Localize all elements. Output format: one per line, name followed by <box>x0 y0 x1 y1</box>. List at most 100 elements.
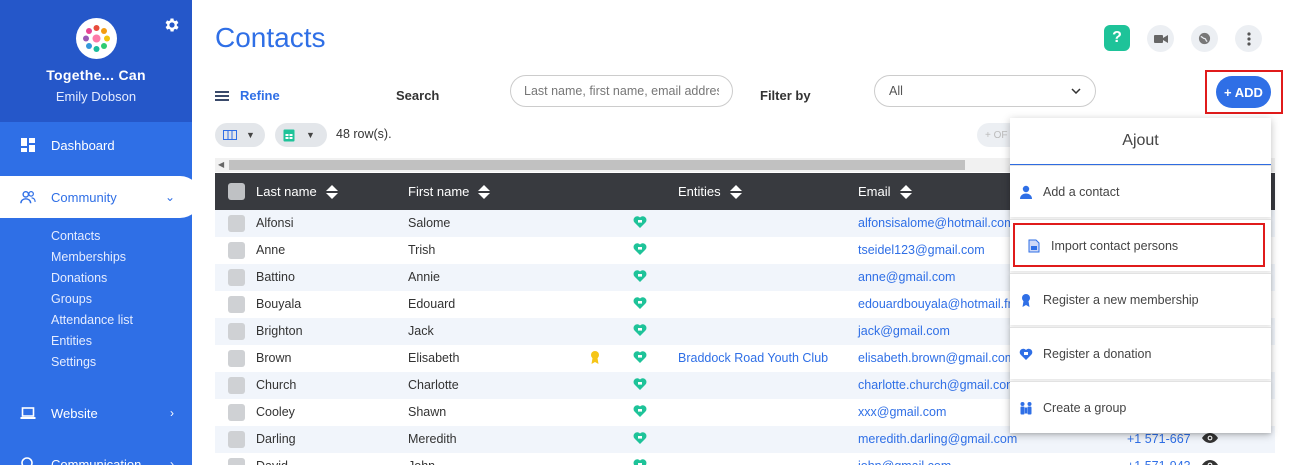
row-checkbox[interactable] <box>228 242 245 259</box>
language-button[interactable] <box>1191 25 1218 52</box>
column-header-last-name[interactable]: Last name <box>256 184 338 199</box>
filter-select[interactable]: All <box>874 75 1096 107</box>
cell-email[interactable]: jack@gmail.com <box>858 324 950 338</box>
search-input[interactable] <box>510 75 733 107</box>
cell-email[interactable]: john@gmail.com <box>858 459 951 465</box>
column-header-entities[interactable]: Entities <box>678 184 742 199</box>
community-icon <box>20 190 36 204</box>
column-header-email[interactable]: Email <box>858 184 912 199</box>
cell-first-name: John <box>408 459 435 465</box>
donation-heart-icon <box>633 324 647 336</box>
columns-toggle[interactable]: ▼ <box>215 123 265 147</box>
scrollbar-thumb[interactable] <box>229 160 965 170</box>
sidebar: Togethe... Can Emily Dobson Dashboard Co… <box>0 0 201 465</box>
menu-item-create-group[interactable]: Create a group <box>1010 381 1271 433</box>
sidebar-item-website[interactable]: Website › <box>0 392 192 434</box>
view-eye-icon[interactable] <box>1202 460 1218 465</box>
add-dropdown-menu: Ajout Add a contact Import contact perso… <box>1010 118 1271 433</box>
cell-email[interactable]: xxx@gmail.com <box>858 405 946 419</box>
sidebar-subitem-memberships[interactable]: Memberships <box>51 250 126 264</box>
spreadsheet-icon <box>283 129 295 141</box>
sidebar-item-dashboard[interactable]: Dashboard <box>0 124 192 166</box>
column-label: Entities <box>678 184 721 199</box>
donation-heart-icon <box>633 351 647 363</box>
sidebar-subitem-entities[interactable]: Entities <box>51 334 92 348</box>
row-checkbox[interactable] <box>228 458 245 465</box>
cell-last-name: Darling <box>256 432 296 446</box>
sidebar-subitem-attendance-list[interactable]: Attendance list <box>51 313 133 327</box>
membership-medal-icon <box>591 351 599 364</box>
sidebar-subitem-settings[interactable]: Settings <box>51 355 96 369</box>
row-checkbox[interactable] <box>228 404 245 421</box>
search-icon <box>21 457 33 465</box>
row-checkbox[interactable] <box>228 377 245 394</box>
video-button[interactable] <box>1147 25 1174 52</box>
cell-email[interactable]: edouardbouyala@hotmail.fr <box>858 297 1012 311</box>
table-row[interactable]: David John john@gmail.com +1 571-943 <box>215 453 1275 465</box>
view-eye-icon[interactable] <box>1202 433 1218 443</box>
sidebar-item-community[interactable]: Community ⌄ <box>0 176 201 218</box>
sidebar-subitem-donations[interactable]: Donations <box>51 271 107 285</box>
menu-icon <box>215 89 229 103</box>
column-label: Email <box>858 184 891 199</box>
cell-phone[interactable]: +1 571-943 <box>1127 459 1191 465</box>
cell-email[interactable]: anne@gmail.com <box>858 270 955 284</box>
more-vertical-icon <box>1246 31 1251 46</box>
person-icon <box>1020 185 1032 199</box>
sort-icon <box>729 184 742 199</box>
menu-item-label: Register a new membership <box>1043 292 1199 307</box>
menu-item-add-contact[interactable]: Add a contact <box>1010 165 1271 217</box>
cell-first-name: Trish <box>408 243 436 257</box>
select-all-checkbox[interactable] <box>228 183 245 200</box>
cell-email[interactable]: elisabeth.brown@gmail.com <box>858 351 1015 365</box>
donation-heart-icon <box>633 459 647 465</box>
org-logo[interactable] <box>76 18 117 59</box>
row-checkbox[interactable] <box>228 296 245 313</box>
cell-email[interactable]: charlotte.church@gmail.com <box>858 378 1017 392</box>
menu-title: Ajout <box>1010 118 1271 165</box>
sidebar-subitem-contacts[interactable]: Contacts <box>51 229 100 243</box>
more-options-button[interactable] <box>1235 25 1262 52</box>
menu-item-register-membership[interactable]: Register a new membership <box>1010 273 1271 325</box>
search-label: Search <box>396 88 440 103</box>
cell-first-name: Jack <box>408 324 434 338</box>
cell-email[interactable]: meredith.darling@gmail.com <box>858 432 1017 446</box>
row-checkbox[interactable] <box>228 215 245 232</box>
cell-phone[interactable]: +1 571-667 <box>1127 432 1191 446</box>
row-checkbox[interactable] <box>228 269 245 286</box>
donation-heart-icon <box>633 270 647 282</box>
cell-last-name: Battino <box>256 270 295 284</box>
row-checkbox[interactable] <box>228 431 245 448</box>
cell-last-name: Brown <box>256 351 292 365</box>
row-checkbox[interactable] <box>228 350 245 367</box>
caret-down-icon: ▼ <box>306 130 315 140</box>
sidebar-item-label: Community <box>51 189 117 205</box>
donation-heart-icon <box>633 432 647 444</box>
sidebar-subitem-groups[interactable]: Groups <box>51 292 92 306</box>
settings-gear-icon[interactable] <box>163 16 181 34</box>
help-button[interactable]: ? <box>1104 25 1130 51</box>
laptop-icon <box>20 407 36 419</box>
refine-toggle[interactable]: Refine <box>215 88 280 103</box>
cell-email[interactable]: tseidel123@gmail.com <box>858 243 985 257</box>
cell-first-name: Meredith <box>408 432 457 446</box>
columns-icon <box>223 130 237 140</box>
cell-last-name: Brighton <box>256 324 303 338</box>
cell-first-name: Annie <box>408 270 440 284</box>
group-icon <box>1020 401 1032 414</box>
page-title: Contacts <box>215 22 326 53</box>
cell-email[interactable]: alfonsisalome@hotmail.com <box>858 216 1015 230</box>
sidebar-item-label: Communication <box>51 456 142 465</box>
export-toggle[interactable]: ▼ <box>275 123 327 147</box>
sidebar-item-communication[interactable]: Communication › <box>0 443 192 465</box>
menu-item-register-donation[interactable]: Register a donation <box>1010 327 1271 379</box>
cell-first-name: Elisabeth <box>408 351 460 365</box>
cell-last-name: Cooley <box>256 405 295 419</box>
scroll-left-icon[interactable]: ◀ <box>218 160 224 169</box>
column-label: Last name <box>256 184 317 199</box>
row-checkbox[interactable] <box>228 323 245 340</box>
cell-entity[interactable]: Braddock Road Youth Club <box>678 351 828 365</box>
column-header-first-name[interactable]: First name <box>408 184 491 199</box>
donation-heart-icon <box>1019 348 1033 360</box>
highlight-add-button <box>1205 70 1283 114</box>
